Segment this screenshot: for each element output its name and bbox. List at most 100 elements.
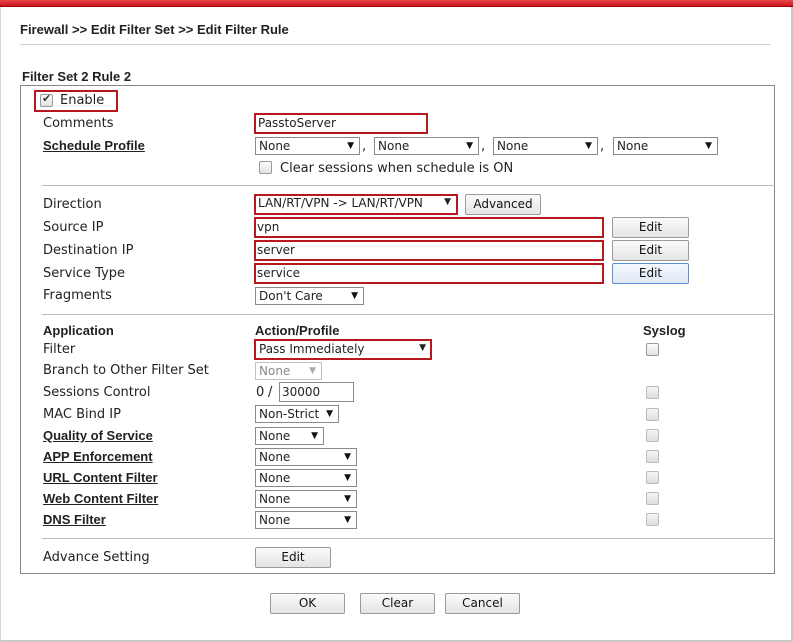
web-filter-select-value: None bbox=[259, 492, 291, 506]
sessions-label: Sessions Control bbox=[43, 385, 151, 400]
divider bbox=[20, 44, 770, 45]
advance-setting-edit-button[interactable]: Edit bbox=[255, 547, 331, 568]
schedule-profile-link[interactable]: Schedule Profile bbox=[43, 138, 145, 153]
direction-select[interactable]: LAN/RT/VPN -> LAN/RT/VPN ▼ bbox=[258, 196, 454, 210]
cancel-button[interactable]: Cancel bbox=[445, 593, 520, 614]
direction-select-value: LAN/RT/VPN -> LAN/RT/VPN bbox=[258, 196, 423, 210]
branch-select-value: None bbox=[259, 364, 291, 378]
qos-link[interactable]: Quality of Service bbox=[43, 428, 153, 443]
filter-select-value: Pass Immediately bbox=[259, 342, 365, 356]
url-filter-select[interactable]: None ▼ bbox=[255, 469, 357, 487]
schedule-select-4[interactable]: None ▼ bbox=[613, 137, 718, 155]
syslog-sessions-checkbox bbox=[646, 386, 659, 399]
divider bbox=[42, 314, 775, 315]
branch-select[interactable]: None ▼ bbox=[255, 362, 322, 380]
fragments-select-value: Don't Care bbox=[259, 289, 323, 303]
enable-label: Enable bbox=[60, 93, 105, 108]
dns-filter-select-value: None bbox=[259, 513, 291, 527]
chevron-down-icon: ▼ bbox=[344, 473, 351, 483]
destination-ip-field[interactable]: server bbox=[257, 243, 295, 257]
chevron-down-icon: ▼ bbox=[311, 431, 318, 441]
source-ip-field[interactable]: vpn bbox=[257, 220, 279, 234]
syslog-filter-checkbox[interactable] bbox=[646, 343, 659, 356]
web-filter-select[interactable]: None ▼ bbox=[255, 490, 357, 508]
schedule-select-4-value: None bbox=[617, 139, 649, 153]
highlight-destination-ip bbox=[254, 240, 604, 261]
syslog-url-checkbox bbox=[646, 471, 659, 484]
page-title: Filter Set 2 Rule 2 bbox=[22, 69, 132, 84]
schedule-select-3-value: None bbox=[497, 139, 529, 153]
clear-button[interactable]: Clear bbox=[360, 593, 435, 614]
chevron-down-icon: ▼ bbox=[344, 494, 351, 504]
schedule-select-2[interactable]: None ▼ bbox=[374, 137, 479, 155]
syslog-web-checkbox bbox=[646, 492, 659, 505]
app-enforcement-link[interactable]: APP Enforcement bbox=[43, 449, 153, 464]
comma: , bbox=[481, 139, 486, 154]
highlight-service-type bbox=[254, 263, 604, 284]
application-header: Application bbox=[43, 323, 114, 338]
advanced-button[interactable]: Advanced bbox=[465, 194, 541, 215]
filter-select[interactable]: Pass Immediately ▼ bbox=[259, 342, 429, 356]
dns-filter-link[interactable]: DNS Filter bbox=[43, 512, 106, 527]
syslog-mac-checkbox bbox=[646, 408, 659, 421]
syslog-header: Syslog bbox=[643, 323, 686, 338]
action-profile-header: Action/Profile bbox=[255, 323, 340, 338]
dns-filter-select[interactable]: None ▼ bbox=[255, 511, 357, 529]
schedule-select-2-value: None bbox=[378, 139, 410, 153]
sessions-max-input[interactable]: 30000 bbox=[279, 382, 354, 402]
app-enforcement-select-value: None bbox=[259, 450, 291, 464]
chevron-down-icon: ▼ bbox=[466, 141, 473, 151]
advance-setting-label: Advance Setting bbox=[43, 550, 150, 565]
breadcrumb: Firewall >> Edit Filter Set >> Edit Filt… bbox=[20, 22, 289, 37]
sessions-current: 0 bbox=[256, 385, 265, 400]
qos-select[interactable]: None ▼ bbox=[255, 427, 324, 445]
mac-bind-label: MAC Bind IP bbox=[43, 407, 121, 422]
schedule-select-1[interactable]: None ▼ bbox=[255, 137, 360, 155]
service-type-label: Service Type bbox=[43, 266, 126, 281]
direction-label: Direction bbox=[43, 197, 102, 212]
web-filter-link[interactable]: Web Content Filter bbox=[43, 491, 158, 506]
comma: , bbox=[600, 139, 605, 154]
chevron-down-icon: ▼ bbox=[326, 409, 333, 419]
schedule-select-1-value: None bbox=[259, 139, 291, 153]
ok-button[interactable]: OK bbox=[270, 593, 345, 614]
highlight-source-ip bbox=[254, 217, 604, 238]
fragments-select[interactable]: Don't Care ▼ bbox=[255, 287, 364, 305]
schedule-select-3[interactable]: None ▼ bbox=[493, 137, 598, 155]
sessions-separator: / bbox=[268, 385, 273, 400]
chevron-down-icon: ▼ bbox=[309, 366, 316, 376]
enable-checkbox[interactable] bbox=[40, 92, 53, 107]
fragments-label: Fragments bbox=[43, 288, 112, 303]
filter-label: Filter bbox=[43, 342, 76, 357]
mac-bind-select-value: Non-Strict bbox=[259, 407, 320, 421]
syslog-app-checkbox bbox=[646, 450, 659, 463]
service-type-edit-button[interactable]: Edit bbox=[612, 263, 689, 284]
mac-bind-select[interactable]: Non-Strict ▼ bbox=[255, 405, 339, 423]
comma: , bbox=[362, 139, 367, 154]
branch-label: Branch to Other Filter Set bbox=[43, 363, 209, 378]
qos-select-value: None bbox=[259, 429, 291, 443]
chevron-down-icon: ▼ bbox=[585, 141, 592, 151]
comments-input[interactable]: PasstoServer bbox=[258, 116, 336, 130]
chevron-down-icon: ▼ bbox=[344, 515, 351, 525]
url-filter-select-value: None bbox=[259, 471, 291, 485]
clear-sessions-checkbox[interactable] bbox=[259, 161, 272, 174]
chevron-down-icon: ▼ bbox=[705, 141, 712, 151]
divider bbox=[42, 185, 775, 186]
divider bbox=[42, 538, 775, 539]
chevron-down-icon: ▼ bbox=[344, 452, 351, 462]
source-ip-edit-button[interactable]: Edit bbox=[612, 217, 689, 238]
chevron-down-icon: ▼ bbox=[419, 343, 426, 353]
clear-sessions-label: Clear sessions when schedule is ON bbox=[280, 161, 514, 176]
chevron-down-icon: ▼ bbox=[351, 291, 358, 301]
url-filter-link[interactable]: URL Content Filter bbox=[43, 470, 158, 485]
service-type-field[interactable]: service bbox=[257, 266, 300, 280]
chevron-down-icon: ▼ bbox=[347, 141, 354, 151]
syslog-qos-checkbox bbox=[646, 429, 659, 442]
destination-ip-edit-button[interactable]: Edit bbox=[612, 240, 689, 261]
chevron-down-icon: ▼ bbox=[444, 197, 451, 207]
comments-label: Comments bbox=[43, 116, 114, 131]
source-ip-label: Source IP bbox=[43, 220, 104, 235]
app-enforcement-select[interactable]: None ▼ bbox=[255, 448, 357, 466]
syslog-dns-checkbox bbox=[646, 513, 659, 526]
